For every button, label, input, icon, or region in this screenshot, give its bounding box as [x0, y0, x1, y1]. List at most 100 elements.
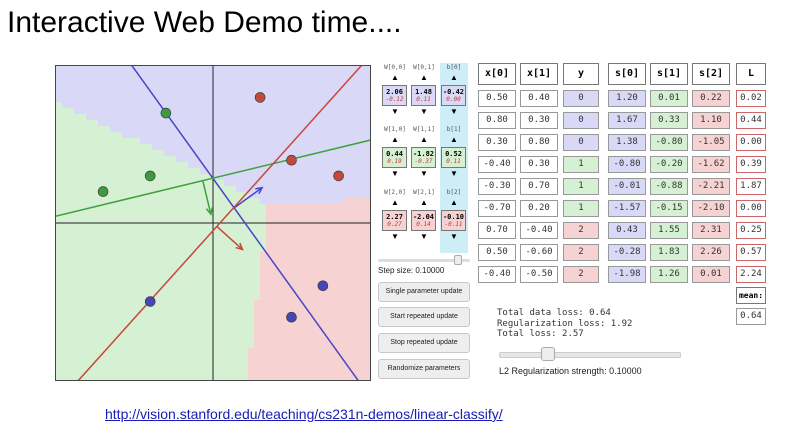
table-cell-s1: 1.26 — [650, 266, 688, 283]
table-cell-x0: -0.40 — [478, 156, 516, 173]
table-cell-s2: -2.10 — [692, 200, 730, 217]
decrease-param-button[interactable]: ▼ — [440, 170, 468, 178]
table-cell-y: 0 — [563, 134, 599, 151]
table-cell-s2: 0.01 — [692, 266, 730, 283]
weight-column-1: W[0,1] ▲ 1.48 0.11 ▼ W[1,1] ▲ -1.82 -0.37 ▼ W[2,1]… — [410, 63, 438, 253]
param-value-box: 2.06 -0.12 — [382, 85, 407, 106]
weight-column-0: W[0,0] ▲ 2.06 -0.12 ▼ W[1,0] ▲ 0.44 0.19 ▼ W[2,0] ▲… — [381, 63, 409, 253]
increase-param-button[interactable]: ▲ — [410, 74, 438, 82]
increase-param-button[interactable]: ▲ — [381, 74, 409, 82]
demo-link[interactable]: http://vision.stanford.edu/teaching/cs23… — [105, 406, 503, 422]
table-cell-L: 0.00 — [736, 200, 766, 217]
decrease-param-button[interactable]: ▼ — [381, 233, 409, 241]
table-cell-x1: -0.40 — [520, 222, 558, 239]
param-value-box: -2.04 0.14 — [411, 210, 436, 231]
decrease-param-button[interactable]: ▼ — [440, 233, 468, 241]
data-point[interactable] — [144, 170, 156, 182]
randomize-parameters-button[interactable]: Randomize parameters — [378, 359, 470, 379]
table-cell-L: 0.39 — [736, 156, 766, 173]
table-cell-s2: 0.22 — [692, 90, 730, 107]
step-size-label: Step size: 0.10000 — [378, 266, 445, 275]
table-cell-x0: -0.30 — [478, 178, 516, 195]
single-parameter-update-button[interactable]: Single parameter update — [378, 282, 470, 302]
bias-column: b[0] ▲ -0.42 0.00 ▼ b[1] ▲ 0.52 0.11 ▼ b[2] ▲ -0.10-… — [440, 63, 468, 253]
table-cell-s0: -1.57 — [608, 200, 646, 217]
table-cell-s2: -2.21 — [692, 178, 730, 195]
param-value-box: -0.10 -0.11 — [441, 210, 466, 231]
table-cell-x0: 0.50 — [478, 244, 516, 261]
param-header: b[0] — [446, 64, 462, 71]
loss-readout: Total data loss: 0.64 Regularization los… — [497, 308, 632, 340]
data-point[interactable] — [286, 311, 297, 323]
increase-param-button[interactable]: ▲ — [440, 136, 468, 144]
table-cell-x1: 0.40 — [520, 90, 558, 107]
data-point[interactable] — [144, 296, 156, 307]
param-header: b[1] — [446, 126, 462, 133]
table-cell-s1: -0.15 — [650, 200, 688, 217]
table-cell-L: 0.00 — [736, 134, 766, 151]
param-header: W[0,0] — [384, 64, 406, 71]
table-cell-y: 1 — [563, 178, 599, 195]
param-gradient: 0.11 — [446, 158, 461, 165]
table-cell-s1: -0.20 — [650, 156, 688, 173]
increase-param-button[interactable]: ▲ — [381, 136, 409, 144]
table-cell-y: 0 — [563, 90, 599, 107]
data-point[interactable] — [254, 92, 266, 103]
param-value: -2.04 — [412, 213, 435, 221]
param-gradient: 0.00 — [446, 96, 461, 103]
mean-label: mean: — [736, 287, 766, 304]
decrease-param-button[interactable]: ▼ — [410, 108, 438, 116]
decrease-param-button[interactable]: ▼ — [410, 233, 438, 241]
table-cell-L: 0.44 — [736, 112, 766, 129]
table-cell-s0: -0.01 — [608, 178, 646, 195]
param-value-box: 1.48 0.11 — [411, 85, 436, 106]
increase-param-button[interactable]: ▲ — [440, 74, 468, 82]
data-point[interactable] — [333, 170, 344, 182]
column-header-x0: x[0] — [478, 63, 516, 85]
table-cell-y: 1 — [563, 200, 599, 217]
table-cell-s2: -1.05 — [692, 134, 730, 151]
decrease-param-button[interactable]: ▼ — [381, 170, 409, 178]
regularization-slider-track[interactable] — [499, 352, 681, 358]
param-gradient: -0.12 — [385, 96, 404, 103]
increase-param-button[interactable]: ▲ — [410, 199, 438, 207]
table-cell-x0: 0.80 — [478, 112, 516, 129]
column-header-s2: s[2] — [692, 63, 730, 85]
param-value: 0.44 — [386, 150, 403, 158]
table-cell-x1: 0.30 — [520, 156, 558, 173]
table-cell-L: 0.57 — [736, 244, 766, 261]
decrease-param-button[interactable]: ▼ — [381, 108, 409, 116]
table-cell-s1: 1.55 — [650, 222, 688, 239]
table-cell-y: 1 — [563, 156, 599, 173]
increase-param-button[interactable]: ▲ — [440, 199, 468, 207]
regularization-slider-thumb[interactable] — [540, 347, 555, 361]
increase-param-button[interactable]: ▲ — [410, 136, 438, 144]
data-point[interactable] — [286, 154, 297, 166]
step-size-thumb[interactable] — [453, 255, 462, 265]
increase-param-button[interactable]: ▲ — [381, 199, 409, 207]
param-gradient: 0.14 — [416, 221, 431, 228]
param-header: W[2,0] — [384, 189, 406, 196]
start-repeated-update-button[interactable]: Start repeated update — [378, 307, 470, 327]
param-value-box: -0.42 0.00 — [441, 85, 466, 106]
table-cell-x1: 0.30 — [520, 112, 558, 129]
total-data-loss: Total data loss: 0.64 — [497, 308, 611, 318]
table-cell-s0: 1.67 — [608, 112, 646, 129]
param-value: 0.52 — [445, 150, 462, 158]
decrease-param-button[interactable]: ▼ — [410, 170, 438, 178]
stop-repeated-update-button[interactable]: Stop repeated update — [378, 333, 470, 353]
table-cell-s2: 1.10 — [692, 112, 730, 129]
data-point[interactable] — [97, 186, 109, 197]
table-cell-L: 0.02 — [736, 90, 766, 107]
decision-boundary-plot[interactable] — [55, 65, 371, 381]
param-value-box: -1.82 -0.37 — [411, 147, 436, 168]
data-point[interactable] — [317, 280, 329, 292]
table-cell-s1: 0.01 — [650, 90, 688, 107]
plot-canvas[interactable] — [56, 66, 370, 380]
decrease-param-button[interactable]: ▼ — [440, 108, 468, 116]
step-size-slider[interactable] — [378, 255, 470, 265]
table-cell-s0: -1.98 — [608, 266, 646, 283]
param-header: b[2] — [446, 189, 462, 196]
total-loss: Total loss: 2.57 — [497, 329, 584, 339]
data-point[interactable] — [160, 107, 172, 119]
